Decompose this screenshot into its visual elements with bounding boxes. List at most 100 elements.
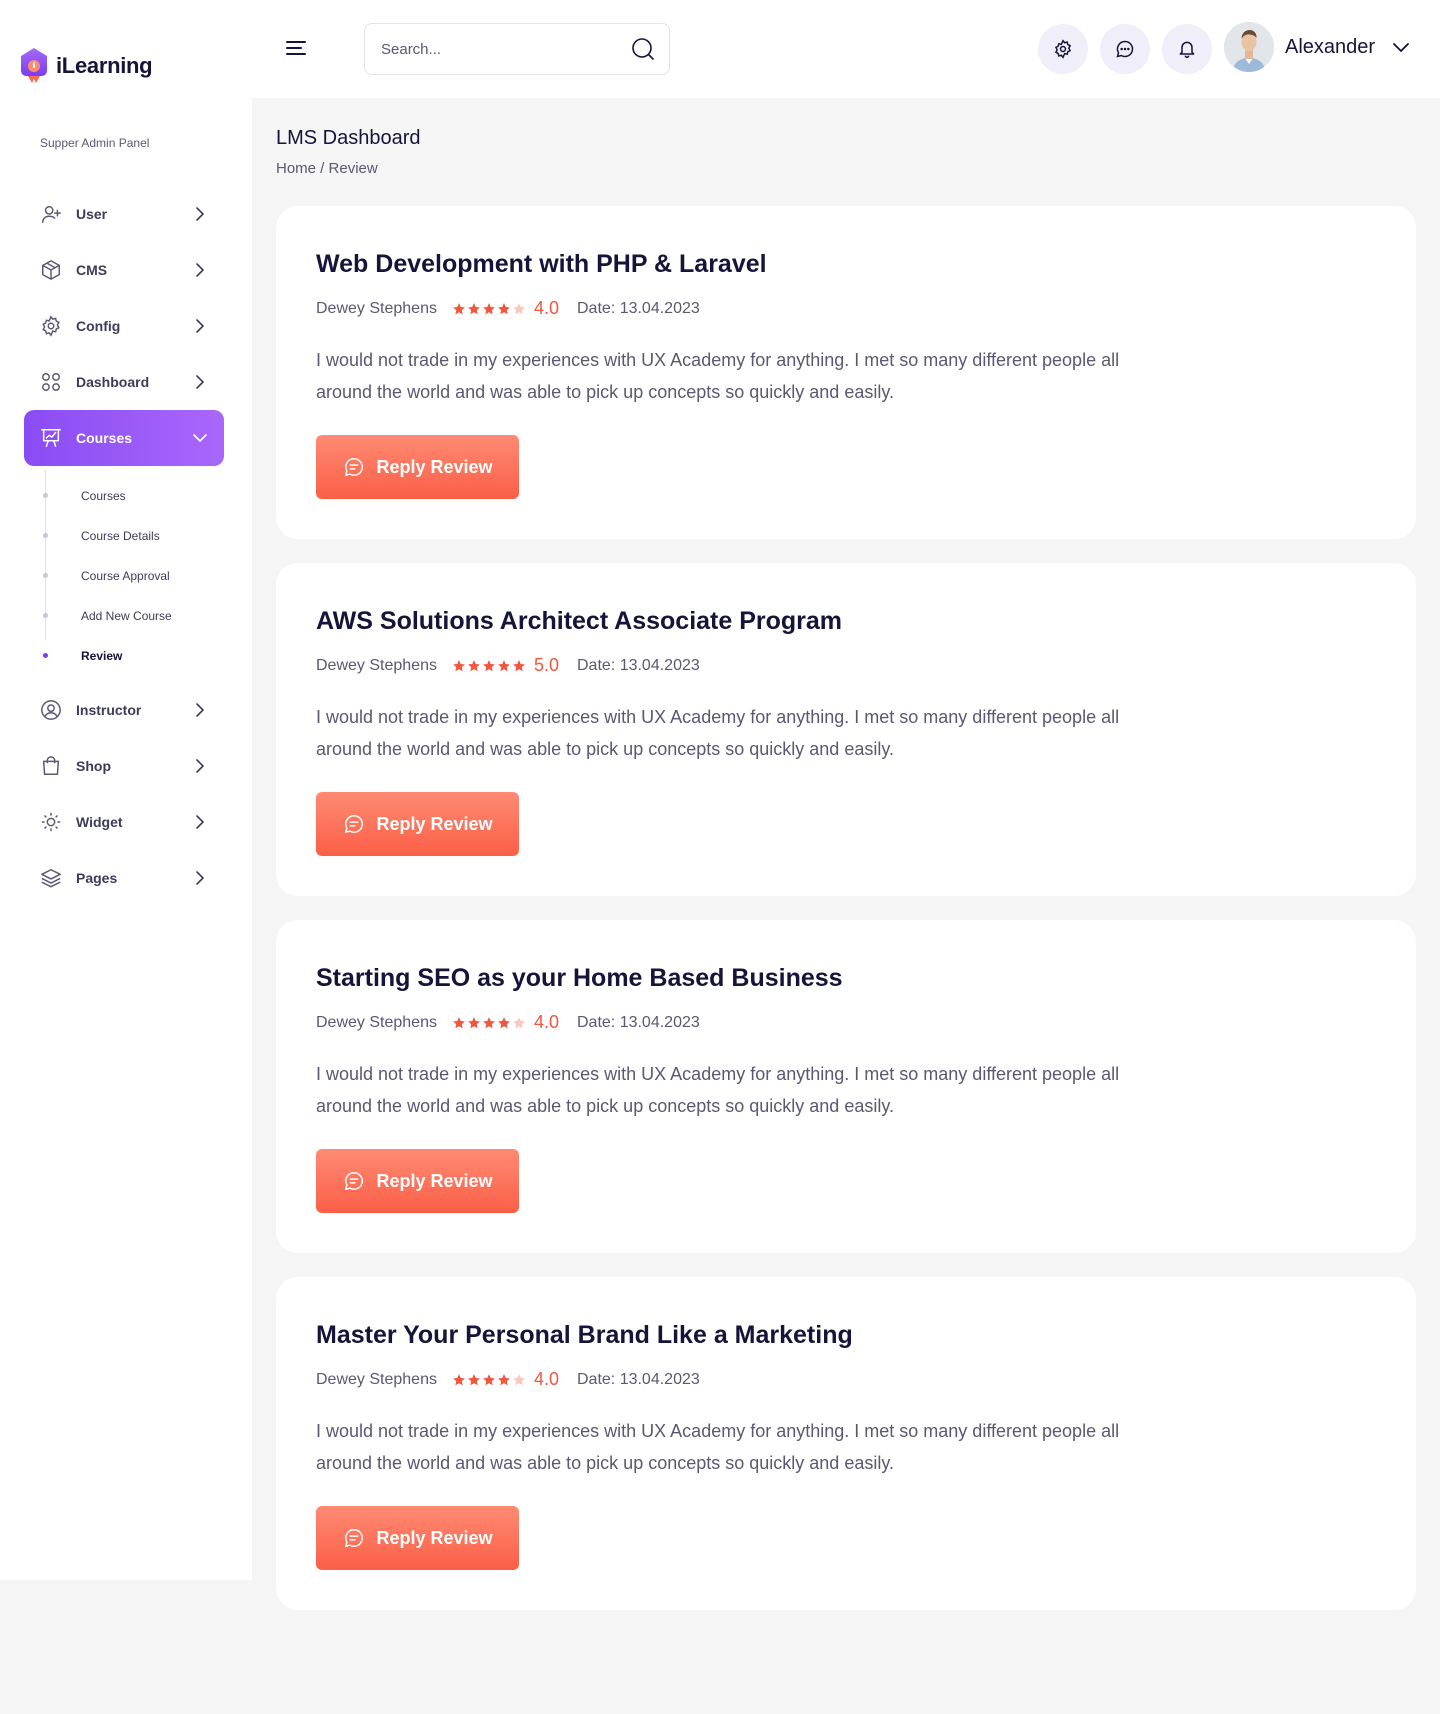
rating-score: 4.0 (533, 1369, 559, 1389)
reply-review-button[interactable]: Reply Review (316, 435, 519, 499)
star-filled-icon (483, 659, 495, 671)
reviewer-name: Dewey Stephens (316, 656, 437, 674)
page-title: LMS Dashboard (276, 127, 421, 149)
button-label: Reply Review (376, 1170, 493, 1191)
submenu-label: Courses (81, 489, 126, 503)
star-filled-icon (498, 659, 510, 671)
submenu-item-review[interactable]: Review (24, 636, 224, 676)
chevron-right-icon (192, 318, 208, 334)
reply-review-button[interactable]: Reply Review (316, 1506, 519, 1570)
sidebar-item-cms[interactable]: CMS (24, 242, 224, 298)
sidebar-item-pages[interactable]: Pages (24, 850, 224, 906)
star-filled-icon (513, 659, 525, 671)
sidebar-item-dashboard[interactable]: Dashboard (24, 354, 224, 410)
rating-score: 5.0 (533, 655, 559, 675)
settings-button[interactable] (1038, 24, 1088, 74)
star-rating (452, 659, 526, 673)
star-filled-icon (498, 302, 510, 314)
review-text: I would not trade in my experiences with… (316, 1064, 1120, 1116)
chevron-right-icon (192, 206, 208, 222)
review-meta: Dewey Stephens 4.0 Date: 13.04.2023 (316, 1369, 700, 1390)
presentation-icon (40, 427, 62, 449)
star-filled-icon (453, 1373, 465, 1385)
sidebar-item-user[interactable]: User (24, 186, 224, 242)
widget-icon (40, 811, 62, 833)
star-empty-icon (513, 302, 525, 314)
chevron-right-icon (192, 702, 208, 718)
review-date: Date: 13.04.2023 (577, 1013, 700, 1031)
notifications-button[interactable] (1162, 24, 1212, 74)
star-empty-icon (513, 1016, 525, 1028)
gear-icon (1054, 39, 1072, 59)
review-card: Starting SEO as your Home Based Business… (276, 920, 1416, 1253)
sidebar-item-label: Instructor (76, 702, 142, 718)
sidebar-item-label: Widget (76, 814, 123, 830)
review-date: Date: 13.04.2023 (577, 656, 700, 674)
star-filled-icon (453, 659, 465, 671)
button-label: Reply Review (376, 1527, 493, 1548)
star-filled-icon (483, 1016, 495, 1028)
hamburger-icon (286, 41, 306, 55)
star-empty-icon (513, 1373, 525, 1385)
sidebar-item-instructor[interactable]: Instructor (24, 682, 224, 738)
submenu-item-course-approval[interactable]: Course Approval (24, 556, 224, 596)
sidebar-item-label: Courses (76, 430, 133, 446)
star-filled-icon (468, 659, 480, 671)
bullet-dot (43, 613, 48, 618)
chevron-right-icon (192, 814, 208, 830)
logo[interactable]: iLearning (18, 46, 153, 86)
layers-icon (40, 867, 62, 889)
reply-review-button[interactable]: Reply Review (316, 1149, 519, 1213)
message-icon (342, 455, 366, 479)
grid-icon (40, 371, 62, 393)
review-card: Master Your Personal Brand Like a Market… (276, 1277, 1416, 1610)
bell-icon (1179, 41, 1195, 59)
breadcrumb-current: Review (328, 160, 378, 177)
chevron-right-icon (192, 870, 208, 886)
sidebar-item-courses[interactable]: Courses (24, 410, 224, 466)
user-circle-icon (40, 699, 62, 721)
reviewer-name: Dewey Stephens (316, 1013, 437, 1031)
course-title: Master Your Personal Brand Like a Market… (316, 1321, 853, 1349)
submenu-label: Course Approval (81, 569, 170, 583)
submenu-label: Add New Course (81, 609, 172, 623)
star-filled-icon (498, 1373, 510, 1385)
gear-icon (40, 315, 62, 337)
search-input[interactable] (381, 40, 631, 58)
review-text: I would not trade in my experiences with… (316, 1421, 1120, 1473)
submenu-item-courses[interactable]: Courses (24, 476, 224, 516)
sidebar-item-widget[interactable]: Widget (24, 794, 224, 850)
rating-score: 4.0 (533, 298, 559, 318)
messages-button[interactable] (1100, 24, 1150, 74)
sidebar-item-label: Pages (76, 870, 118, 886)
star-filled-icon (483, 1373, 495, 1385)
star-filled-icon (468, 1373, 480, 1385)
menu-toggle-button[interactable] (284, 38, 308, 58)
user-menu[interactable]: Alexander (1224, 22, 1411, 72)
sidebar-item-config[interactable]: Config (24, 298, 224, 354)
reviewer-name: Dewey Stephens (316, 1370, 437, 1388)
review-text: I would not trade in my experiences with… (316, 707, 1120, 759)
bullet-dot (43, 573, 48, 578)
sidebar-item-label: Dashboard (76, 374, 150, 390)
submenu-item-add-new-course[interactable]: Add New Course (24, 596, 224, 636)
search-icon[interactable] (631, 37, 655, 61)
reply-review-button[interactable]: Reply Review (316, 792, 519, 856)
review-card: Web Development with PHP & Laravel Dewey… (276, 206, 1416, 539)
submenu-label: Review (81, 649, 123, 663)
breadcrumb-home-link[interactable]: Home (276, 160, 316, 177)
avatar (1224, 22, 1274, 72)
submenu-item-course-details[interactable]: Course Details (24, 516, 224, 556)
submenu-label: Course Details (81, 529, 160, 543)
shopping-bag-icon (40, 755, 62, 777)
search-box (364, 23, 670, 75)
review-date: Date: 13.04.2023 (577, 1370, 700, 1388)
review-text: I would not trade in my experiences with… (316, 350, 1120, 402)
user-plus-icon (40, 203, 62, 225)
review-card: AWS Solutions Architect Associate Progra… (276, 563, 1416, 896)
course-title: Starting SEO as your Home Based Business (316, 964, 843, 992)
box-icon (40, 259, 62, 281)
star-rating (452, 302, 526, 316)
sidebar-nav: User CMS Config Dashboard Courses Course… (24, 186, 224, 906)
sidebar-item-shop[interactable]: Shop (24, 738, 224, 794)
